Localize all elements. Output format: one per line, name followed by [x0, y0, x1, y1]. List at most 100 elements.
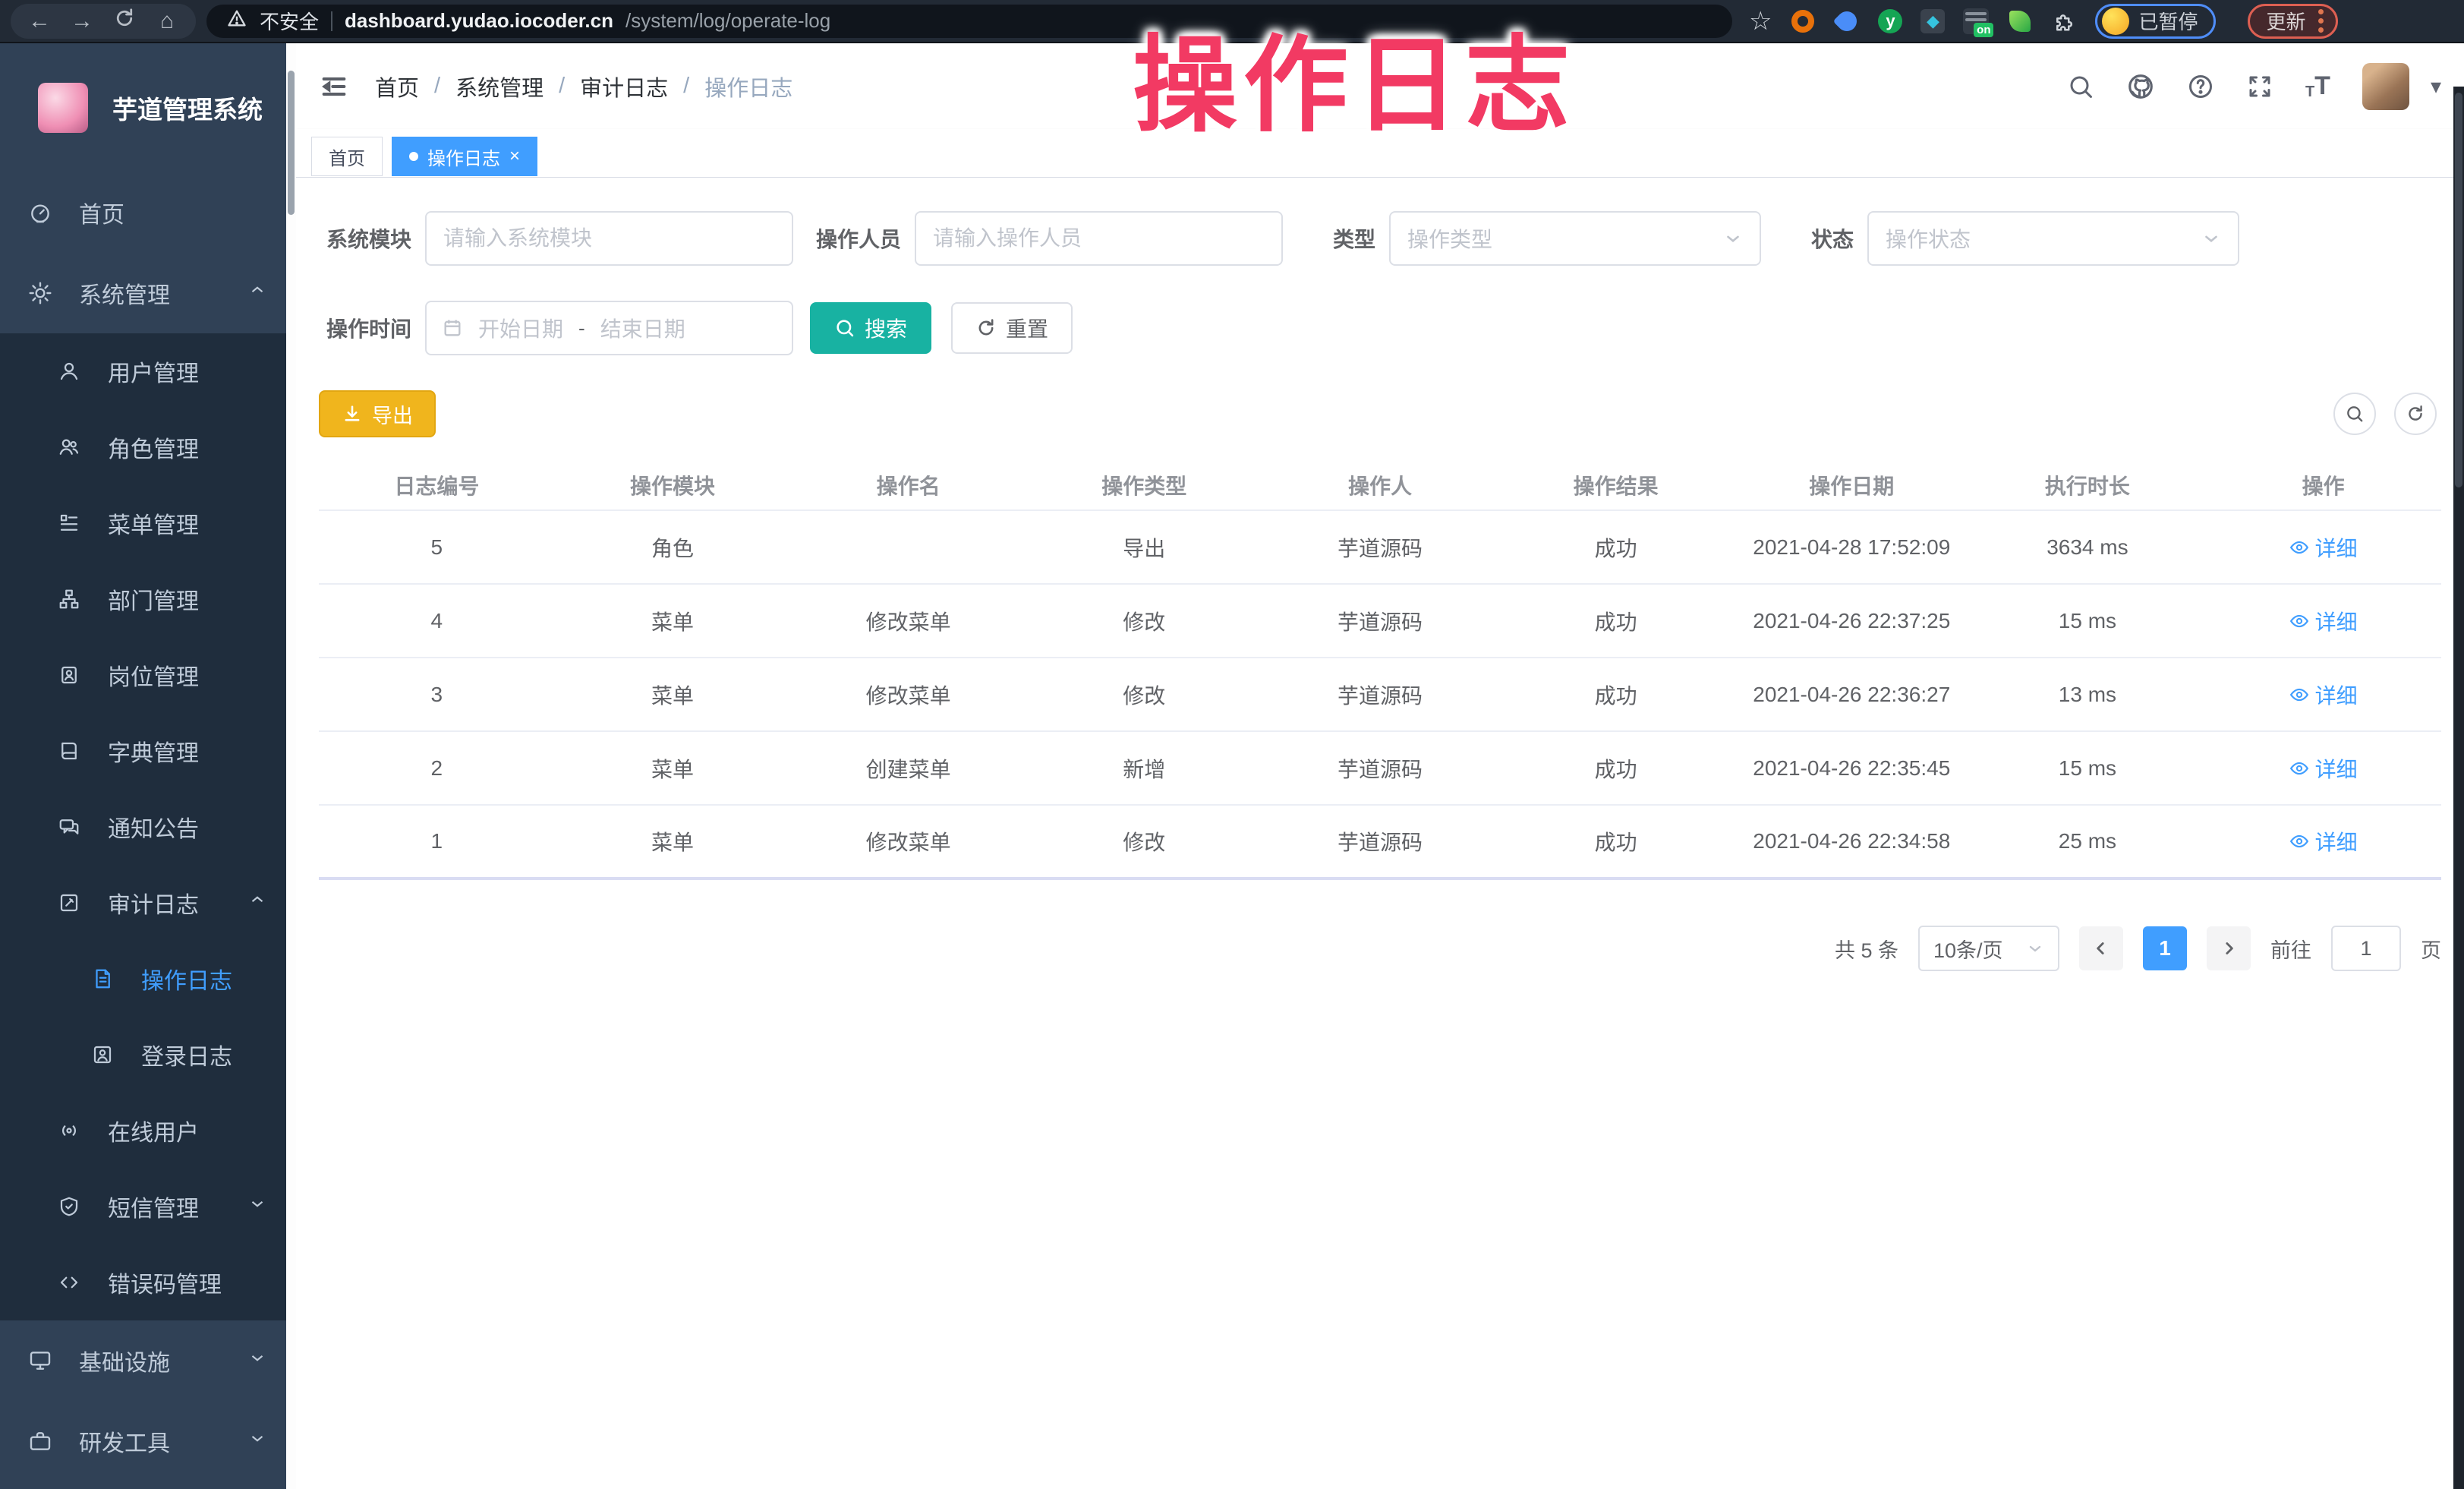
sidebar-item-infrastructure[interactable]: 基础设施 [0, 1320, 296, 1401]
next-page-button[interactable] [2207, 926, 2251, 970]
browser-reload-icon[interactable] [103, 7, 146, 36]
sidebar: 芋道管理系统 首页 系统管理 用户管理 角色管理 [0, 43, 296, 1489]
refresh-table-button[interactable] [2394, 393, 2437, 435]
sidebar-item-notice-mgmt[interactable]: 通知公告 [0, 789, 296, 865]
dashboard-icon [26, 200, 55, 225]
sidebar-toggle-icon[interactable] [319, 71, 349, 102]
browser-home-icon[interactable]: ⌂ [146, 8, 188, 34]
col-module: 操作模块 [555, 460, 791, 510]
detail-link[interactable]: 详细 [2289, 606, 2358, 636]
search-icon[interactable] [2067, 73, 2094, 100]
extensions-puzzle-icon[interactable] [2051, 8, 2077, 34]
profile-paused-badge[interactable]: 已暂停 [2095, 4, 2215, 39]
prev-page-button[interactable] [2079, 926, 2123, 970]
browser-forward-icon[interactable]: → [61, 8, 103, 34]
navbar-right: TT ▾ [2067, 63, 2441, 110]
start-date-placeholder: 开始日期 [478, 313, 563, 343]
current-page-button[interactable]: 1 [2143, 926, 2187, 970]
sidebar-item-label: 角色管理 [108, 431, 199, 464]
chevron-down-icon [247, 1348, 267, 1374]
badge-icon [55, 664, 83, 686]
detail-link[interactable]: 详细 [2289, 680, 2358, 710]
sidebar-item-dict-mgmt[interactable]: 字典管理 [0, 713, 296, 789]
breadcrumb-home[interactable]: 首页 [375, 71, 419, 103]
detail-link[interactable]: 详细 [2289, 532, 2358, 563]
table-toolbar: 导出 [319, 390, 2441, 437]
sidebar-item-operate-log[interactable]: 操作日志 [0, 941, 296, 1017]
detail-link[interactable]: 详细 [2289, 826, 2358, 856]
sidebar-item-user-mgmt[interactable]: 用户管理 [0, 333, 296, 409]
search-button[interactable]: 搜索 [810, 302, 931, 354]
browser-menu-icon[interactable] [2318, 9, 2324, 33]
sidebar-item-label: 部门管理 [108, 582, 199, 616]
extension-switch-icon[interactable]: on [1963, 8, 1989, 34]
chevron-left-icon [2091, 939, 2111, 958]
module-input[interactable] [425, 211, 793, 266]
sidebar-item-dept-mgmt[interactable]: 部门管理 [0, 561, 296, 637]
sidebar-item-label: 基础设施 [79, 1344, 170, 1377]
user-avatar[interactable] [2362, 63, 2409, 110]
browser-back-icon[interactable]: ← [18, 8, 61, 34]
sidebar-item-label: 首页 [79, 196, 124, 229]
breadcrumb-current: 操作日志 [704, 71, 792, 103]
range-separator: - [578, 317, 585, 340]
github-icon[interactable] [2126, 72, 2155, 101]
sidebar-item-audit-log[interactable]: 审计日志 [0, 865, 296, 941]
login-log-icon [88, 1043, 117, 1066]
calendar-icon [442, 317, 463, 339]
sidebar-item-online-users[interactable]: 在线用户 [0, 1093, 296, 1169]
goto-page-input[interactable] [2331, 926, 2401, 971]
sidebar-item-sms-mgmt[interactable]: 短信管理 [0, 1169, 296, 1245]
sidebar-logo-row[interactable]: 芋道管理系统 [0, 43, 296, 172]
gear-icon [26, 281, 55, 305]
detail-link[interactable]: 详细 [2289, 753, 2358, 784]
sidebar-item-label: 在线用户 [108, 1114, 199, 1147]
breadcrumb-system[interactable]: 系统管理 [455, 71, 544, 103]
table-row: 1 菜单 修改菜单 修改 芋道源码 成功 2021-04-26 22:34:58… [319, 805, 2441, 879]
sidebar-item-system-mgmt[interactable]: 系统管理 [0, 253, 296, 333]
avatar-caret-icon[interactable]: ▾ [2431, 74, 2441, 99]
export-button[interactable]: 导出 [319, 390, 436, 437]
help-icon[interactable] [2187, 73, 2214, 100]
chevron-down-icon [2026, 939, 2044, 957]
sidebar-item-role-mgmt[interactable]: 角色管理 [0, 409, 296, 485]
sidebar-item-login-log[interactable]: 登录日志 [0, 1017, 296, 1093]
sidebar-item-post-mgmt[interactable]: 岗位管理 [0, 637, 296, 713]
close-tab-icon[interactable]: × [509, 147, 520, 166]
tab-home[interactable]: 首页 [311, 137, 383, 176]
type-select[interactable]: 操作类型 [1389, 211, 1761, 266]
operator-input[interactable] [915, 211, 1283, 266]
font-size-icon[interactable]: TT [2305, 71, 2330, 101]
extension-leaf-icon[interactable] [2007, 8, 2033, 34]
sidebar-scrollbar[interactable] [286, 43, 296, 1489]
extension-drop-icon[interactable] [1834, 8, 1860, 34]
extension-orange-icon[interactable] [1790, 8, 1816, 34]
sidebar-item-home[interactable]: 首页 [0, 172, 296, 253]
bookmark-star-icon[interactable]: ☆ [1749, 6, 1772, 36]
col-type: 操作类型 [1026, 460, 1262, 510]
sidebar-item-dev-tools[interactable]: 研发工具 [0, 1401, 296, 1481]
sidebar-item-menu-mgmt[interactable]: 菜单管理 [0, 485, 296, 561]
sidebar-scrollbar-thumb[interactable] [288, 71, 295, 215]
address-bar[interactable]: 不安全 dashboard.yudao.iocoder.cn /system/l… [206, 5, 1732, 38]
status-select[interactable]: 操作状态 [1867, 211, 2239, 266]
tab-operate-log[interactable]: 操作日志 × [392, 137, 537, 176]
browser-chrome: ← → ⌂ 不安全 dashboard.yudao.iocoder.cn /sy… [0, 0, 2464, 43]
extension-green-icon[interactable]: y [1878, 9, 1902, 33]
extension-diamond-icon[interactable]: ◆ [1920, 9, 1945, 33]
monitor-icon [26, 1349, 55, 1373]
table-row: 2 菜单 创建菜单 新增 芋道源码 成功 2021-04-26 22:35:45… [319, 731, 2441, 805]
show-search-button[interactable] [2333, 393, 2376, 435]
sidebar-item-errcode-mgmt[interactable]: 错误码管理 [0, 1245, 296, 1320]
fullscreen-icon[interactable] [2246, 73, 2273, 100]
page-scrollbar[interactable] [2453, 87, 2464, 1489]
reset-button[interactable]: 重置 [951, 302, 1073, 354]
date-range-picker[interactable]: 开始日期 - 结束日期 [425, 301, 793, 355]
sidebar-item-label: 登录日志 [141, 1038, 232, 1071]
user-icon [55, 360, 83, 383]
browser-update-button[interactable]: 更新 [2248, 4, 2338, 39]
page-scrollbar-thumb[interactable] [2455, 93, 2462, 487]
page-size-select[interactable]: 10条/页 [1918, 926, 2059, 971]
browser-nav-group: ← → ⌂ [11, 4, 196, 39]
breadcrumb-audit[interactable]: 审计日志 [580, 71, 668, 103]
